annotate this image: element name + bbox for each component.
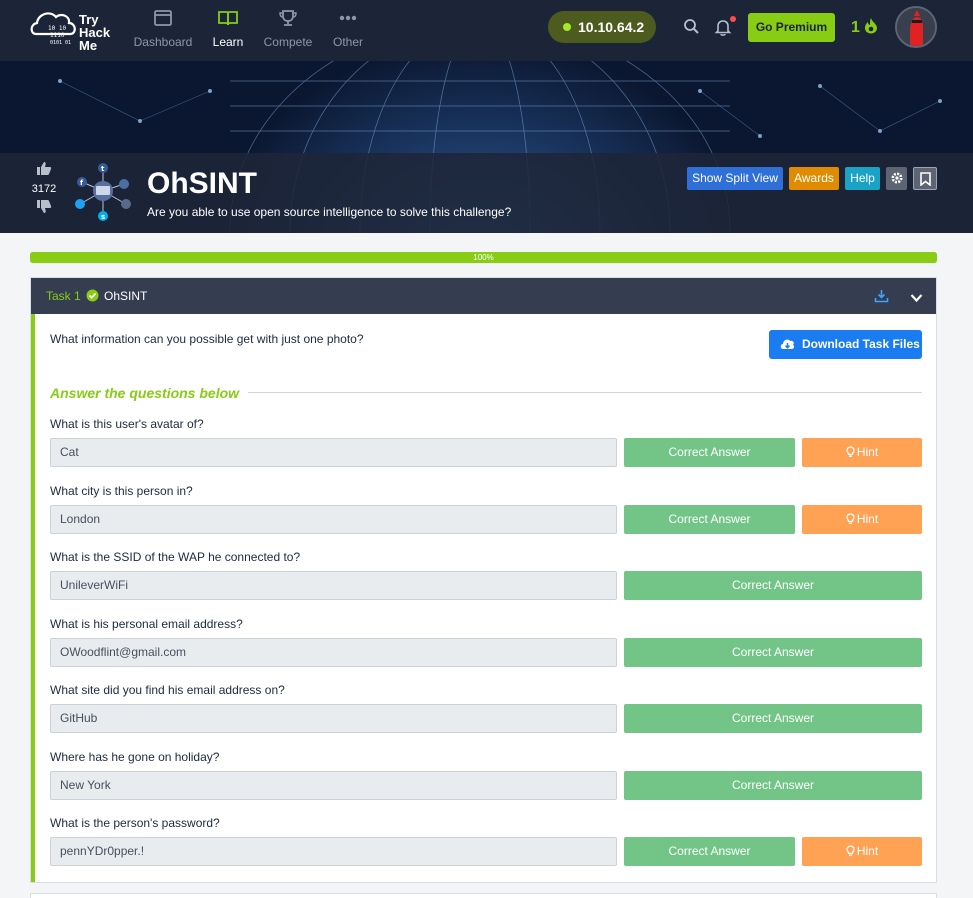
correct-answer-button[interactable]: Correct Answer (624, 571, 922, 600)
answer-field[interactable]: New York (50, 771, 617, 800)
question-text: What site did you find his email address… (50, 683, 285, 697)
question-item: Where has he gone on holiday? New York C… (50, 750, 922, 814)
thumbs-down-icon[interactable] (36, 200, 52, 217)
lightbulb-icon (846, 845, 855, 856)
svg-text:0101 01: 0101 01 (50, 40, 71, 46)
more-icon (313, 8, 383, 32)
gear-icon (891, 172, 903, 187)
question-text: What is his personal email address? (50, 617, 243, 631)
correct-answer-button[interactable]: Correct Answer (624, 438, 795, 467)
download-task-files-button[interactable]: Download Task Files (769, 330, 922, 359)
question-item: What is this user's avatar of? Cat Corre… (50, 417, 922, 481)
question-text: What city is this person in? (50, 484, 193, 498)
task-card: Task 1 OhSINT What information can you p… (30, 277, 937, 883)
bell-icon[interactable] (714, 18, 732, 41)
room-header: 3172 t f s OhSINT Are you able to use op… (0, 153, 973, 233)
question-item: What site did you find his email address… (50, 683, 922, 747)
answer-heading: Answer the questions below (50, 385, 240, 401)
cloud-download-icon (780, 339, 795, 349)
machine-ip-badge[interactable]: 10.10.64.2 (548, 11, 656, 43)
answer-field[interactable]: OWoodflint@gmail.com (50, 638, 617, 667)
vote-count: 3172 (31, 183, 57, 195)
question-text: What is the person's password? (50, 816, 220, 830)
room-title: OhSINT (147, 167, 257, 200)
question-text: What is the SSID of the WAP he connected… (50, 550, 301, 564)
task-header[interactable]: Task 1 OhSINT (31, 278, 936, 314)
answer-field[interactable]: UnileverWiFi (50, 571, 617, 600)
task-description: What information can you possible get wi… (50, 332, 364, 346)
correct-answer-button[interactable]: Correct Answer (624, 837, 795, 866)
user-avatar[interactable] (895, 6, 937, 48)
help-button[interactable]: Help (845, 167, 880, 190)
question-item: What is the SSID of the WAP he connected… (50, 550, 922, 614)
nav-dashboard[interactable]: Dashboard (128, 6, 198, 52)
svg-text:s: s (101, 213, 105, 221)
notification-dot (730, 16, 736, 22)
vote-widget: 3172 (26, 161, 62, 217)
chevron-down-icon[interactable] (910, 290, 923, 308)
flame-icon (864, 18, 878, 36)
download-icon[interactable] (874, 289, 889, 308)
logo-text: Try Hack Me (79, 12, 111, 53)
answer-field[interactable]: Cat (50, 438, 617, 467)
lightbulb-icon (846, 513, 855, 524)
search-icon[interactable] (683, 18, 700, 40)
awards-button[interactable]: Awards (789, 167, 839, 190)
bookmark-button[interactable] (913, 167, 937, 190)
correct-answer-button[interactable]: Correct Answer (624, 505, 795, 534)
answer-field[interactable]: pennYDr0pper.! (50, 837, 617, 866)
svg-text:1110: 1110 (50, 32, 65, 39)
question-text: What is this user's avatar of? (50, 417, 204, 431)
settings-button[interactable] (886, 167, 907, 190)
room-progress-bar: 100% (30, 252, 937, 263)
dashboard-icon (128, 8, 198, 32)
hint-button[interactable]: Hint (802, 438, 922, 467)
status-dot-icon (563, 23, 571, 31)
question-text: Where has he gone on holiday? (50, 750, 220, 764)
check-circle-icon (86, 289, 99, 307)
lightbulb-icon (846, 446, 855, 457)
correct-answer-button[interactable]: Correct Answer (624, 771, 922, 800)
thumbs-up-icon[interactable] (36, 162, 52, 179)
hint-button[interactable]: Hint (802, 505, 922, 534)
svg-text:10 10: 10 10 (48, 25, 66, 32)
question-item: What city is this person in? London Corr… (50, 484, 922, 548)
answer-field[interactable]: London (50, 505, 617, 534)
room-banner: 3172 t f s OhSINT Are you able to use op… (0, 61, 973, 233)
streak-counter[interactable]: 1 (851, 17, 878, 37)
answer-field[interactable]: GitHub (50, 704, 617, 733)
bookmark-icon (919, 172, 931, 189)
correct-answer-button[interactable]: Correct Answer (624, 704, 922, 733)
task-body: What information can you possible get wi… (31, 314, 936, 882)
hint-button[interactable]: Hint (802, 837, 922, 866)
task-number: Task 1 (46, 289, 81, 303)
correct-answer-button[interactable]: Correct Answer (624, 638, 922, 667)
divider (248, 392, 922, 393)
room-icon: t f s (70, 158, 136, 224)
progress-label: 100% (473, 253, 494, 262)
room-description: Are you able to use open source intellig… (147, 205, 512, 219)
go-premium-button[interactable]: Go Premium (748, 13, 835, 42)
split-view-button[interactable]: Show Split View (687, 167, 783, 190)
question-item: What is his personal email address? OWoo… (50, 617, 922, 681)
top-navbar: 10 10 1110 0101 01 Try Hack Me Dashboard… (0, 0, 973, 61)
next-task-card-edge (30, 893, 937, 898)
nav-other[interactable]: Other (313, 6, 383, 52)
question-item: What is the person's password? pennYDr0p… (50, 816, 922, 880)
task-name: OhSINT (104, 289, 148, 303)
